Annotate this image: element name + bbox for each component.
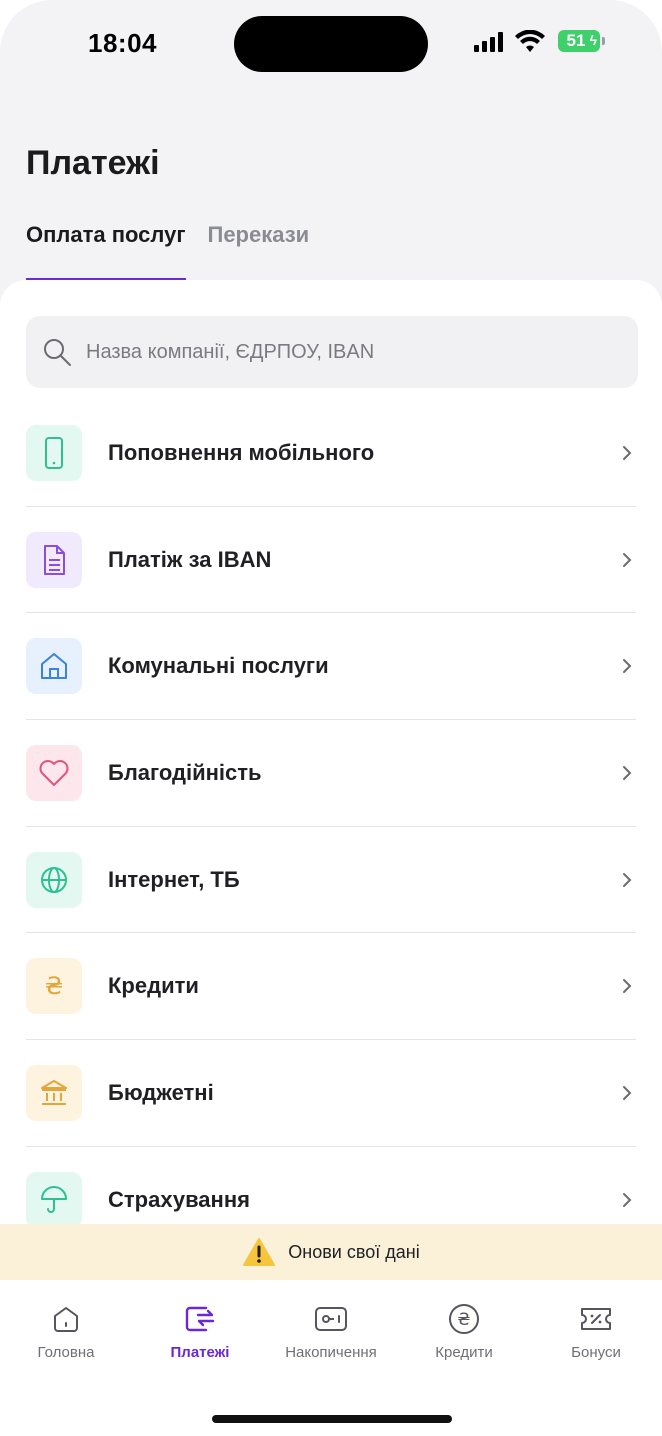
category-label: Інтернет, ТБ [108, 866, 240, 892]
bank-icon [26, 1064, 82, 1121]
home-indicator[interactable] [212, 1415, 452, 1423]
category-label: Страхування [108, 1186, 250, 1212]
hryvnia-circle-icon: ₴ [449, 1304, 479, 1334]
coupon-icon [581, 1308, 611, 1330]
category-internet-tv[interactable]: Інтернет, ТБ [26, 827, 636, 934]
search-input[interactable] [86, 340, 606, 364]
tabbar-item-home[interactable]: Головна [6, 1302, 126, 1361]
category-label: Кредити [108, 973, 199, 999]
payment-tabs: Оплата послуг Перекази [26, 222, 309, 282]
category-mobile-topup[interactable]: Поповнення мобільного [26, 400, 636, 507]
tabbar-label: Накопичення [285, 1344, 377, 1361]
phone-icon [26, 424, 82, 481]
savings-icon [315, 1307, 347, 1331]
tabbar-label: Кредити [435, 1344, 493, 1361]
category-budget[interactable]: Бюджетні [26, 1040, 636, 1147]
heart-icon [26, 744, 82, 801]
category-iban-payment[interactable]: Платіж за IBAN [26, 507, 636, 614]
tabbar-label: Головна [37, 1344, 95, 1361]
search-bar[interactable] [26, 316, 638, 388]
chevron-right-icon [623, 872, 632, 887]
tabbar-item-loans[interactable]: ₴ Кредити [404, 1302, 524, 1361]
hryvnia-icon: ₴ [26, 958, 82, 1015]
category-list: Поповнення мобільного Платіж за IBAN Ком… [26, 400, 636, 1254]
tab-transfers[interactable]: Перекази [208, 222, 310, 282]
search-icon [44, 339, 71, 366]
category-utilities[interactable]: Комунальні послуги [26, 613, 636, 721]
dynamic-island [234, 16, 428, 72]
tab-services[interactable]: Оплата послуг [26, 222, 186, 282]
svg-text:₴: ₴ [457, 1310, 470, 1330]
battery-level: 51 [566, 31, 586, 50]
bottom-tab-bar: Головна Платежі Накопичення ₴ Кредити Бо… [0, 1280, 662, 1436]
app-screen: 18:04 51 ϟ Платежі Оплата послуг Переказ… [0, 0, 662, 1436]
category-label: Благодійність [108, 759, 262, 785]
chevron-right-icon [623, 1085, 632, 1100]
wifi-icon [515, 30, 545, 52]
house-icon [26, 638, 82, 695]
page-title: Платежі [26, 144, 160, 182]
category-label: Поповнення мобільного [108, 439, 375, 465]
charging-icon: ϟ [589, 32, 597, 48]
warning-icon [243, 1238, 276, 1266]
category-loans[interactable]: ₴ Кредити [26, 933, 636, 1041]
chevron-right-icon [623, 765, 632, 780]
battery-icon: 51 ϟ [558, 30, 605, 52]
category-label: Платіж за IBAN [108, 546, 272, 572]
category-charity[interactable]: Благодійність [26, 720, 636, 827]
banner-text: Онови свої дані [288, 1241, 420, 1262]
chevron-right-icon [623, 659, 632, 674]
umbrella-icon [26, 1171, 82, 1228]
category-label: Комунальні послуги [108, 653, 329, 679]
chevron-right-icon [623, 445, 632, 460]
home-icon [54, 1307, 78, 1332]
tabbar-label: Платежі [170, 1344, 230, 1361]
tabbar-item-bonuses[interactable]: Бонуси [536, 1302, 656, 1361]
globe-icon [26, 851, 82, 908]
chevron-right-icon [623, 1192, 632, 1207]
chevron-right-icon [623, 552, 632, 567]
tabbar-item-payments[interactable]: Платежі [140, 1302, 260, 1361]
category-label: Бюджетні [108, 1079, 214, 1105]
chevron-right-icon [623, 979, 632, 994]
tabbar-item-savings[interactable]: Накопичення [271, 1302, 391, 1361]
tabbar-label: Бонуси [571, 1344, 621, 1361]
status-bar: 18:04 51 ϟ [0, 0, 662, 90]
transfer-icon [185, 1306, 215, 1332]
signal-icon [474, 32, 508, 52]
status-time: 18:04 [88, 28, 157, 58]
document-icon [26, 531, 82, 588]
update-data-banner[interactable]: Онови свої дані [0, 1224, 662, 1280]
